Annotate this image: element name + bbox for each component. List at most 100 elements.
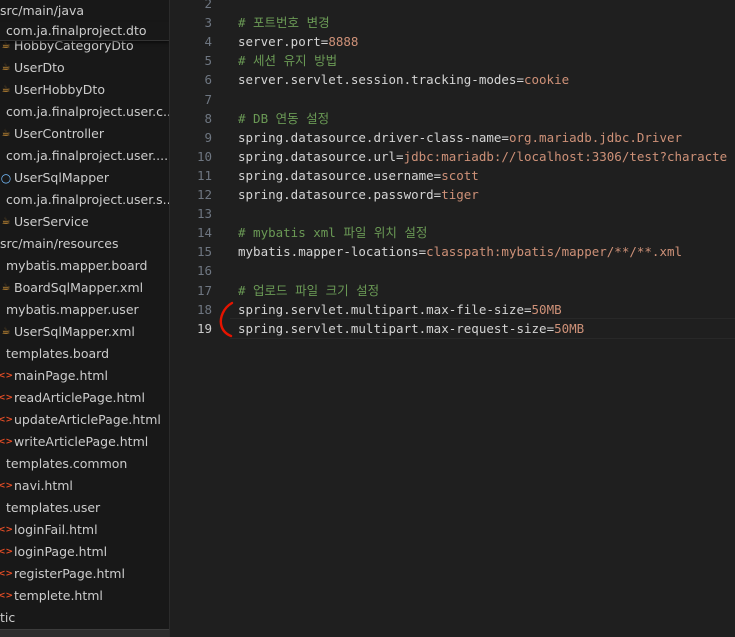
tree-item-label: writeArticlePage.html	[14, 434, 149, 449]
tree-item-label: templete.html	[14, 588, 103, 603]
tree-item[interactable]: ☕ BoardSqlMapper.xml	[0, 277, 169, 299]
tree-item[interactable]: <>readArticlePage.html	[0, 387, 169, 409]
tree-item[interactable]: src/main/resources	[0, 233, 169, 255]
tree-item[interactable]: ☕ UserHobbyDto	[0, 79, 169, 101]
tree-item[interactable]: src/main/java	[0, 0, 169, 22]
line-content: spring.servlet.multipart.max-file-size=5…	[238, 300, 562, 319]
code-line[interactable]: 11 spring.datasource.username=scott	[170, 166, 735, 185]
property-key: spring.servlet.multipart.max-request-siz…	[238, 320, 547, 336]
html-icon: <>	[0, 569, 14, 579]
tree-item[interactable]: ☕ UserService	[0, 211, 169, 233]
property-key: spring.datasource.driver-class-name	[238, 129, 502, 145]
tree-item[interactable]: mybatis.mapper.user	[0, 299, 169, 321]
code-line[interactable]: 12 spring.datasource.password=tiger	[170, 185, 735, 204]
java-icon: ☕	[1, 128, 11, 139]
tree-item[interactable]: <>templete.html	[0, 585, 169, 607]
tree-item[interactable]: templates.user	[0, 497, 169, 519]
code-comment: # 업로드 파일 크기 설정	[238, 282, 380, 298]
code-line[interactable]: 8 # DB 연동 설정	[170, 109, 735, 128]
html-icon: <>	[0, 437, 14, 447]
tree-item-label: templates.user	[6, 500, 101, 515]
property-key: spring.datasource.url	[238, 148, 397, 164]
property-key: spring.datasource.username	[238, 167, 434, 183]
tree-item[interactable]: ○ UserSqlMapper	[0, 167, 169, 189]
tree-item[interactable]: <>registerPage.html	[0, 563, 169, 585]
sticky-scroll-header[interactable]: com.ja.finalproject.dto	[0, 22, 169, 41]
tree-item-label: navi.html	[14, 478, 73, 493]
equals-sign: =	[501, 129, 509, 145]
tree-item[interactable]: <>loginPage.html	[0, 541, 169, 563]
property-key: mybatis.mapper-locations	[238, 244, 419, 260]
code-line[interactable]: 19 spring.servlet.multipart.max-request-s…	[170, 319, 735, 338]
line-number: 11	[196, 167, 212, 183]
tree-item[interactable]: <>navi.html	[0, 475, 169, 497]
tree-item[interactable]: <>writeArticlePage.html	[0, 431, 169, 453]
line-content: # DB 연동 설정	[238, 109, 329, 128]
tree-item[interactable]: templates.board	[0, 343, 169, 365]
html-icon: <>	[0, 393, 14, 403]
line-number: 17	[196, 282, 212, 298]
line-number: 12	[196, 187, 212, 202]
tree-item-label: updateArticlePage.html	[14, 412, 161, 427]
line-number: 16	[196, 263, 212, 279]
tree-item-label: UserSqlMapper.xml	[14, 324, 135, 339]
property-value: 8888	[328, 34, 359, 50]
code-line[interactable]: 13	[170, 204, 735, 223]
line-content: spring.datasource.driver-class-name=org.…	[238, 128, 682, 147]
line-number: 5	[204, 53, 212, 69]
tree-item-label: com.ja.finalproject.user.c...	[6, 104, 169, 119]
code-line[interactable]: 17 # 업로드 파일 크기 설정	[170, 281, 735, 300]
html-icon: <>	[0, 525, 14, 535]
tree-item[interactable]: ☕ UserController	[0, 123, 169, 145]
tree-item[interactable]: <>loginFail.html	[0, 519, 169, 541]
line-content: spring.datasource.url=jdbc:mariadb://loc…	[238, 147, 727, 166]
code-comment: # mybatis xml 파일 위치 설정	[238, 225, 428, 241]
code-line[interactable]: 4 server.port=8888	[170, 32, 735, 51]
property-key: server.servlet.session.tracking-modes	[238, 72, 517, 88]
line-content: mybatis.mapper-locations=classpath:mybat…	[238, 242, 682, 261]
tree-item[interactable]: com.ja.finalproject.user.c...	[0, 101, 169, 123]
tree-item-label: templates.common	[6, 456, 128, 471]
tree-item[interactable]: <>updateArticlePage.html	[0, 409, 169, 431]
tree-item-label: UserSqlMapper	[14, 170, 109, 185]
tree-item-label: src/main/java	[0, 3, 85, 18]
code-line[interactable]: 14 # mybatis xml 파일 위치 설정	[170, 223, 735, 242]
tree-item[interactable]: ☕ UserDto	[0, 57, 169, 79]
line-content: # 업로드 파일 크기 설정	[238, 281, 379, 300]
property-value: classpath:mybatis/mapper/**/**.xml	[426, 244, 683, 260]
html-icon: <>	[0, 547, 14, 557]
line-content: server.port=8888	[238, 32, 358, 51]
tree-item-label: com.ja.finalproject.user.s...	[6, 192, 169, 207]
tree-item-label: mainPage.html	[14, 368, 108, 383]
code-line[interactable]: 16	[170, 261, 735, 280]
xml-icon: ☕	[1, 326, 11, 337]
code-line[interactable]: 5 # 세션 유지 방법	[170, 51, 735, 70]
tree-item[interactable]: mybatis.mapper.board	[0, 255, 169, 277]
tree-item[interactable]: <>mainPage.html	[0, 365, 169, 387]
code-line[interactable]: 18 spring.servlet.multipart.max-file-size…	[170, 300, 735, 319]
code-line[interactable]: 6 server.servlet.session.tracking-modes=c…	[170, 70, 735, 89]
tree-item-label: src/main/resources	[0, 236, 119, 251]
code-line[interactable]: 15 mybatis.mapper-locations=classpath:myb…	[170, 242, 735, 261]
sticky-package-label: com.ja.finalproject.dto	[6, 23, 147, 38]
line-content: spring.datasource.password=tiger	[238, 185, 479, 204]
code-line[interactable]: 10 spring.datasource.url=jdbc:mariadb://l…	[170, 147, 735, 166]
property-value: cookie	[523, 72, 570, 88]
tree-item[interactable]: tic	[0, 607, 169, 629]
line-number: 15	[196, 244, 212, 260]
line-number: 14	[196, 225, 212, 241]
tree-item[interactable]: com.ja.finalproject.user....	[0, 145, 169, 167]
code-editor[interactable]: 2 3 # 포트번호 변경 4 server.port=8888 5 # 세션 유지 방법 6…	[170, 0, 735, 637]
tree-item[interactable]: templates.common	[0, 453, 169, 475]
code-line[interactable]: 7	[170, 90, 735, 109]
code-line[interactable]: 2	[170, 0, 735, 13]
equals-sign: =	[396, 148, 404, 164]
line-number: 7	[204, 91, 212, 107]
tree-item[interactable]: ☕ UserSqlMapper.xml	[0, 321, 169, 343]
property-key: spring.datasource.password	[238, 187, 434, 202]
tree-item-label: loginFail.html	[14, 522, 98, 537]
line-number: 4	[204, 34, 212, 50]
code-line[interactable]: 3 # 포트번호 변경	[170, 13, 735, 32]
code-line[interactable]: 9 spring.datasource.driver-class-name=org…	[170, 128, 735, 147]
tree-item[interactable]: com.ja.finalproject.user.s...	[0, 189, 169, 211]
